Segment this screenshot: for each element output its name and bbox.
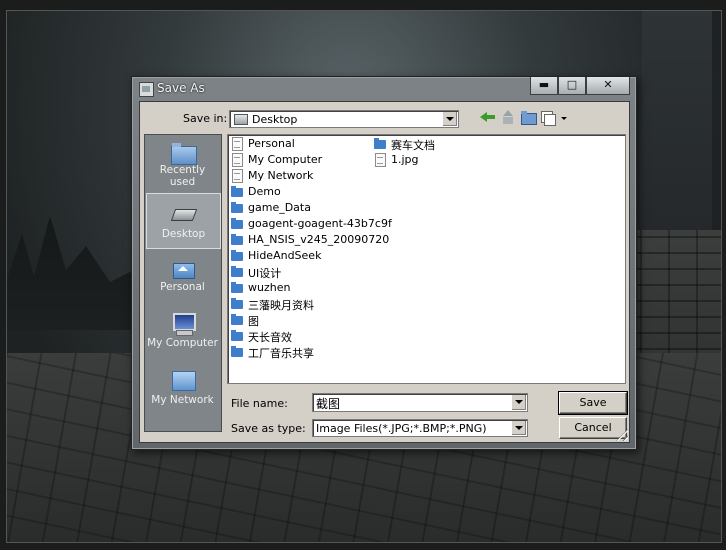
place-personal[interactable]: Personal — [146, 257, 219, 297]
up-folder-icon[interactable] — [500, 109, 516, 125]
new-folder-icon[interactable] — [520, 109, 537, 125]
save-in-value: Desktop — [252, 113, 298, 126]
back-icon[interactable] — [480, 109, 496, 125]
computer-icon — [171, 312, 196, 336]
views-icon[interactable] — [540, 109, 556, 126]
save-as-type-select[interactable]: Image Files(*.JPG;*.BMP;*.PNG) — [312, 419, 528, 437]
folder-icon — [374, 138, 387, 149]
place-label: Recently used — [159, 164, 206, 188]
window-app-icon — [139, 82, 154, 97]
network-icon — [171, 369, 196, 391]
file-name-label: File name: — [231, 397, 288, 410]
desktop-icon — [234, 114, 248, 125]
place-label: Personal — [160, 281, 205, 293]
place-label: My Computer — [147, 337, 218, 349]
save-as-type-label: Save as type: — [231, 422, 306, 435]
background-tower — [642, 10, 712, 240]
folder-icon — [231, 282, 244, 293]
desktop-icon — [172, 202, 196, 224]
close-button[interactable]: ✕ — [586, 77, 630, 95]
home-folder-icon — [171, 257, 195, 279]
save-in-combo[interactable]: Desktop — [229, 110, 459, 128]
navigation-toolbar — [480, 109, 568, 126]
folder-icon — [231, 266, 244, 277]
maximize-button[interactable]: □ — [558, 77, 586, 95]
chevron-down-icon[interactable] — [442, 112, 457, 126]
folder-icon — [231, 202, 244, 213]
folder-icon — [231, 346, 244, 357]
folder-icon — [231, 314, 244, 325]
chevron-down-icon[interactable] — [511, 421, 526, 435]
chevron-down-icon[interactable] — [511, 395, 526, 410]
file-name-value: 截图 — [316, 397, 341, 411]
save-button[interactable]: Save — [558, 391, 628, 415]
file-list[interactable]: Personal My Computer My Network Demo gam… — [227, 134, 626, 384]
save-as-dialog: Save As ▬ □ ✕ Save in: Desktop Recently … — [131, 76, 637, 450]
window-title: Save As — [157, 81, 205, 95]
place-label: Desktop — [161, 228, 206, 240]
places-bar: Recently used Desktop Personal My Comput… — [144, 134, 222, 432]
document-icon — [231, 169, 244, 183]
dialog-client-area: Save in: Desktop Recently used Desktop P… — [139, 101, 630, 443]
place-desktop[interactable]: Desktop — [146, 193, 221, 249]
place-my-network[interactable]: My Network — [146, 369, 219, 411]
folder-icon — [231, 234, 244, 245]
folder-icon — [231, 330, 244, 341]
title-bar[interactable]: Save As ▬ □ ✕ — [132, 77, 636, 99]
place-my-computer[interactable]: My Computer — [146, 312, 219, 354]
save-in-label: Save in: — [183, 112, 228, 125]
folder-icon — [231, 250, 244, 261]
save-as-type-value: Image Files(*.JPG;*.BMP;*.PNG) — [316, 422, 487, 435]
minimize-button[interactable]: ▬ — [530, 77, 558, 95]
document-icon — [231, 153, 244, 167]
folder-icon — [170, 142, 197, 165]
place-recently-used[interactable]: Recently used — [146, 139, 219, 189]
folder-icon — [231, 298, 244, 309]
document-icon — [374, 153, 387, 167]
document-icon — [231, 137, 244, 151]
place-label: My Network — [151, 394, 214, 406]
folder-icon — [231, 218, 244, 229]
views-dropdown-icon[interactable] — [560, 109, 568, 125]
cancel-button[interactable]: Cancel — [559, 417, 627, 439]
folder-icon — [231, 186, 244, 197]
caption-buttons: ▬ □ ✕ — [530, 77, 630, 95]
file-name-field[interactable]: 截图 — [312, 393, 528, 412]
